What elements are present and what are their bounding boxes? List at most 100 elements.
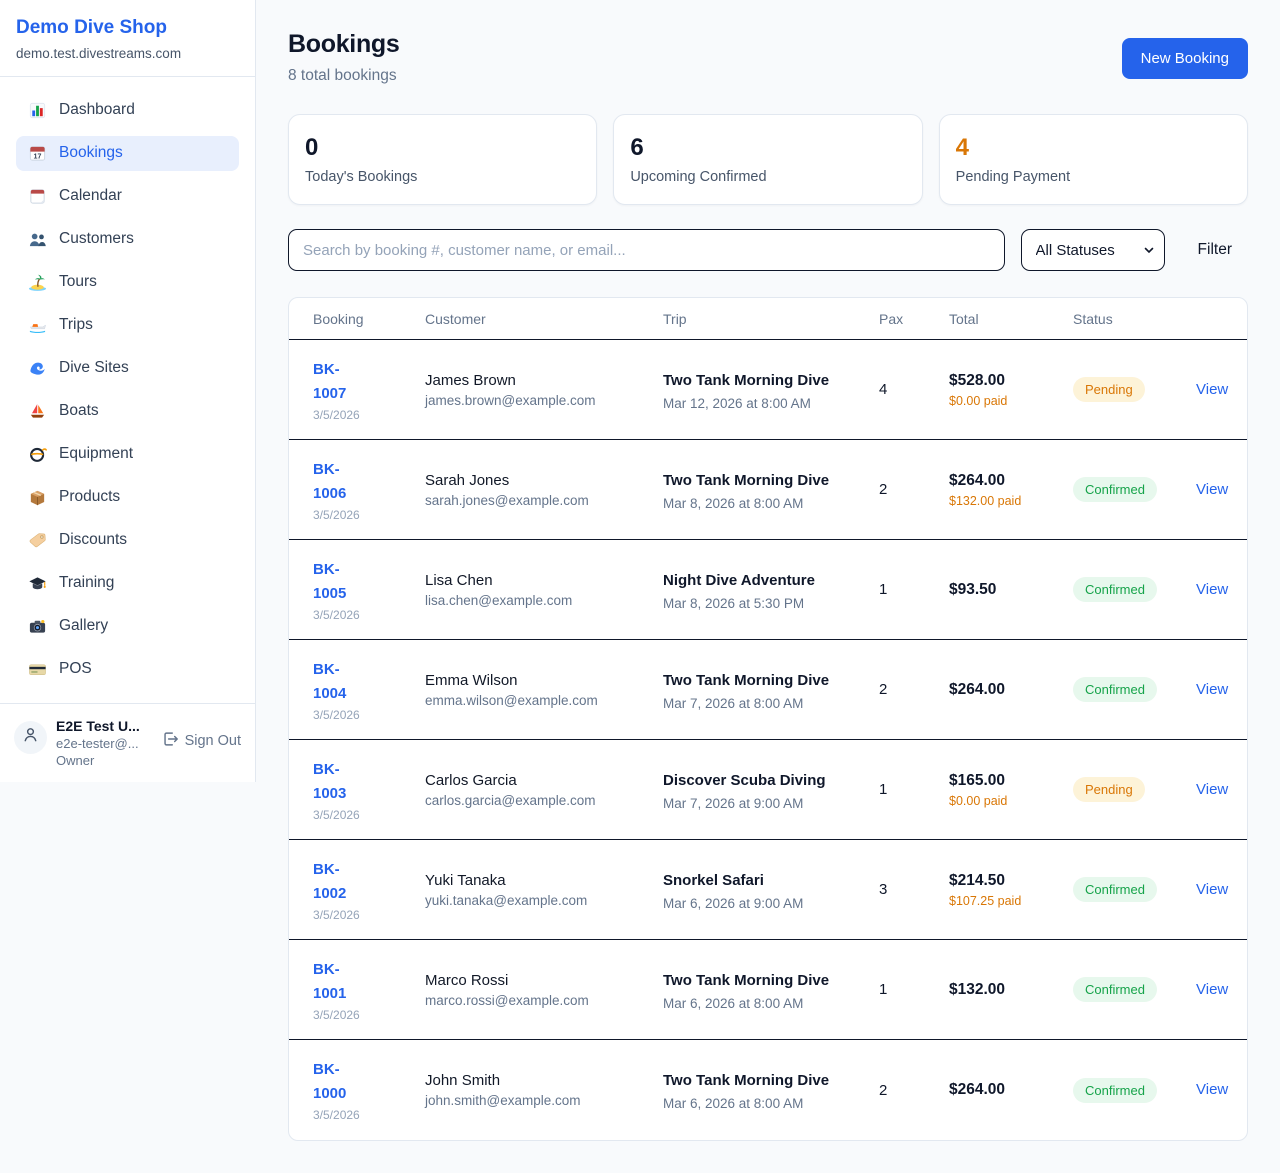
status-select[interactable]: All Statuses xyxy=(1021,229,1165,271)
sidebar-item-label: Discounts xyxy=(59,531,127,549)
booking-number-link[interactable]: BK-1002 xyxy=(313,858,367,906)
sidebar-item-calendar[interactable]: Calendar xyxy=(16,179,239,214)
status-badge: Confirmed xyxy=(1073,577,1157,602)
column-header-pax: Pax xyxy=(879,311,949,327)
shop-name: Demo Dive Shop xyxy=(16,17,239,40)
trip-datetime: Mar 7, 2026 at 8:00 AM xyxy=(663,696,867,711)
sidebar-item-customers[interactable]: Customers xyxy=(16,222,239,257)
booking-row: BK-1007 3/5/2026 James Brown james.brown… xyxy=(289,340,1247,440)
customer-email: carlos.garcia@example.com xyxy=(425,793,651,808)
customer-name: Carlos Garcia xyxy=(425,772,651,789)
booking-row: BK-1006 3/5/2026 Sarah Jones sarah.jones… xyxy=(289,440,1247,540)
sidebar-item-label: Bookings xyxy=(59,144,123,162)
trip-name: Two Tank Morning Dive xyxy=(663,1069,848,1093)
customer-email: john.smith@example.com xyxy=(425,1093,651,1108)
sidebar-item-label: Gallery xyxy=(59,617,108,635)
total-amount: $264.00 xyxy=(949,472,1061,490)
booking-number-link[interactable]: BK-1000 xyxy=(313,1058,367,1106)
total-amount: $214.50 xyxy=(949,872,1061,890)
customer-email: james.brown@example.com xyxy=(425,393,651,408)
bookings-table: BookingCustomerTripPaxTotalStatus BK-100… xyxy=(288,297,1248,1141)
sidebar-item-training[interactable]: Training xyxy=(16,566,239,601)
bar-chart-icon xyxy=(28,101,47,120)
status-badge: Confirmed xyxy=(1073,477,1157,502)
total-amount: $528.00 xyxy=(949,372,1061,390)
sidebar-item-trips[interactable]: Trips xyxy=(16,308,239,343)
sign-out-button[interactable]: Sign Out xyxy=(161,730,241,752)
page-subtitle: 8 total bookings xyxy=(288,67,400,85)
view-link[interactable]: View xyxy=(1196,781,1228,798)
trip-datetime: Mar 6, 2026 at 9:00 AM xyxy=(663,896,867,911)
customer-name: Lisa Chen xyxy=(425,572,651,589)
view-link[interactable]: View xyxy=(1196,981,1228,998)
view-link[interactable]: View xyxy=(1196,1081,1228,1098)
status-badge: Pending xyxy=(1073,377,1145,402)
sidebar-item-discounts[interactable]: Discounts xyxy=(16,523,239,558)
trip-name: Two Tank Morning Dive xyxy=(663,369,848,393)
stat-card-upcoming-confirmed: 6 Upcoming Confirmed xyxy=(613,114,922,205)
sidebar-item-dive-sites[interactable]: Dive Sites xyxy=(16,351,239,386)
sidebar-item-tours[interactable]: Tours xyxy=(16,265,239,300)
booking-number-link[interactable]: BK-1001 xyxy=(313,958,367,1006)
credit-card-icon xyxy=(28,660,47,679)
view-link[interactable]: View xyxy=(1196,381,1228,398)
pax-count: 2 xyxy=(879,681,949,698)
sidebar-item-label: Customers xyxy=(59,230,134,248)
status-badge: Confirmed xyxy=(1073,1078,1157,1103)
filter-button[interactable]: Filter xyxy=(1198,241,1232,259)
label-tag-icon xyxy=(28,531,47,550)
sidebar-nav: Dashboard 17 Bookings Calendar Customers… xyxy=(0,77,255,703)
booking-number-link[interactable]: BK-1003 xyxy=(313,758,367,806)
sidebar-item-label: Boats xyxy=(59,402,99,420)
sidebar-item-boats[interactable]: Boats xyxy=(16,394,239,429)
view-link[interactable]: View xyxy=(1196,881,1228,898)
user-email: e2e-tester@... xyxy=(56,736,152,751)
trip-datetime: Mar 6, 2026 at 8:00 AM xyxy=(663,1096,867,1111)
total-amount: $93.50 xyxy=(949,581,1061,599)
stat-card-pending-payment: 4 Pending Payment xyxy=(939,114,1248,205)
booking-date: 3/5/2026 xyxy=(313,408,413,422)
sidebar-item-pos[interactable]: POS xyxy=(16,652,239,687)
sidebar-item-equipment[interactable]: Equipment xyxy=(16,437,239,472)
total-amount: $132.00 xyxy=(949,981,1061,999)
sidebar-item-bookings[interactable]: 17 Bookings xyxy=(16,136,239,171)
booking-number-link[interactable]: BK-1004 xyxy=(313,658,367,706)
svg-text:17: 17 xyxy=(34,152,42,160)
trip-name: Night Dive Adventure xyxy=(663,569,848,593)
stat-label: Pending Payment xyxy=(956,169,1231,185)
page-header: Bookings 8 total bookings New Booking xyxy=(288,30,1248,85)
package-icon xyxy=(28,488,47,507)
search-input[interactable] xyxy=(288,229,1005,271)
paid-amount: $0.00 paid xyxy=(949,794,1041,808)
speedboat-icon xyxy=(28,316,47,335)
column-header-total: Total xyxy=(949,311,1073,327)
customer-email: yuki.tanaka@example.com xyxy=(425,893,651,908)
booking-row: BK-1004 3/5/2026 Emma Wilson emma.wilson… xyxy=(289,640,1247,740)
view-link[interactable]: View xyxy=(1196,681,1228,698)
booking-number-link[interactable]: BK-1005 xyxy=(313,558,367,606)
view-link[interactable]: View xyxy=(1196,481,1228,498)
people-icon xyxy=(28,230,47,249)
new-booking-button[interactable]: New Booking xyxy=(1122,38,1248,79)
customer-name: Marco Rossi xyxy=(425,972,651,989)
page-title: Bookings xyxy=(288,30,400,59)
filter-row: All Statuses Filter xyxy=(288,229,1248,271)
stats-row: 0 Today's Bookings 6 Upcoming Confirmed … xyxy=(288,114,1248,205)
booking-number-link[interactable]: BK-1007 xyxy=(313,358,367,406)
avatar xyxy=(14,721,47,754)
booking-date: 3/5/2026 xyxy=(313,1008,413,1022)
sidebar: Demo Dive Shop demo.test.divestreams.com… xyxy=(0,0,256,782)
person-icon xyxy=(21,725,40,749)
pax-count: 3 xyxy=(879,881,949,898)
desert-island-icon xyxy=(28,273,47,292)
customer-name: Emma Wilson xyxy=(425,672,651,689)
booking-number-link[interactable]: BK-1006 xyxy=(313,458,367,506)
pax-count: 2 xyxy=(879,1082,949,1099)
sidebar-item-products[interactable]: Products xyxy=(16,480,239,515)
sidebar-item-dashboard[interactable]: Dashboard xyxy=(16,93,239,128)
view-link[interactable]: View xyxy=(1196,581,1228,598)
total-amount: $264.00 xyxy=(949,681,1061,699)
trip-name: Snorkel Safari xyxy=(663,869,848,893)
sidebar-item-gallery[interactable]: Gallery xyxy=(16,609,239,644)
customer-email: sarah.jones@example.com xyxy=(425,493,651,508)
